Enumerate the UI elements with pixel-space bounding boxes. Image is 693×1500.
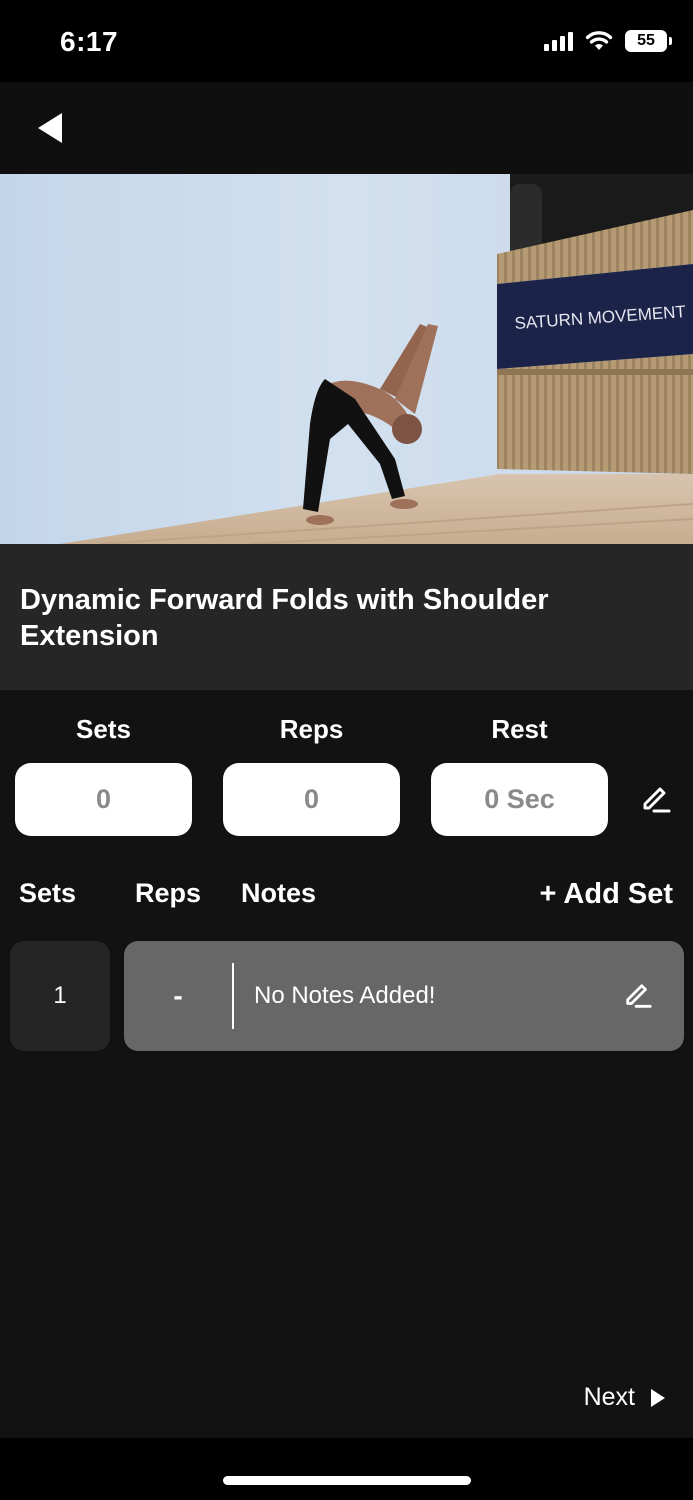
set-row[interactable]: - No Notes Added!	[124, 941, 684, 1051]
back-triangle-icon	[38, 113, 62, 143]
sets-label: Sets	[76, 714, 131, 744]
reps-input[interactable]: 0	[223, 763, 400, 836]
table-header-notes: Notes	[241, 878, 317, 908]
title-panel: Dynamic Forward Folds with Shoulder Exte…	[0, 544, 693, 690]
edit-set-button[interactable]	[618, 976, 658, 1016]
exercise-details: Sets Reps Rest 0 0 0 Sec Sets Reps Notes…	[0, 690, 693, 1438]
next-button[interactable]: Next	[584, 1383, 667, 1412]
set-notes-text: No Notes Added!	[254, 982, 436, 1009]
rest-label: Rest	[491, 714, 548, 744]
set-number-cell: 1	[10, 941, 110, 1051]
battery-icon: 55	[625, 30, 672, 52]
exercise-video[interactable]: SATURN MOVEMENT	[0, 174, 693, 544]
edit-summary-button[interactable]	[636, 780, 676, 820]
next-label: Next	[583, 1383, 635, 1411]
exercise-title: Dynamic Forward Folds with Shoulder Exte…	[20, 584, 549, 652]
pencil-edit-icon	[626, 984, 652, 1008]
set-reps-value: -	[173, 980, 183, 1011]
status-icons: 55	[544, 30, 672, 52]
reps-label: Reps	[279, 714, 344, 744]
top-nav	[0, 82, 693, 174]
status-bar: 6:17 55	[0, 0, 693, 82]
wifi-icon	[585, 31, 613, 50]
video-frame: SATURN MOVEMENT	[0, 174, 693, 544]
home-indicator[interactable]	[223, 1476, 471, 1485]
bottom-bar	[0, 1438, 693, 1500]
add-set-button[interactable]: + Add Set	[540, 878, 673, 911]
back-button[interactable]	[36, 108, 76, 148]
cellular-signal-icon	[544, 31, 573, 51]
status-time: 6:17	[60, 26, 119, 57]
sets-input[interactable]: 0	[15, 763, 192, 836]
table-header-sets: Sets	[19, 878, 77, 908]
table-header-reps: Reps	[135, 878, 202, 908]
pencil-edit-icon	[643, 787, 671, 813]
play-triangle-icon	[651, 1388, 665, 1407]
row-divider	[232, 963, 234, 1029]
rest-input[interactable]: 0 Sec	[431, 763, 608, 836]
